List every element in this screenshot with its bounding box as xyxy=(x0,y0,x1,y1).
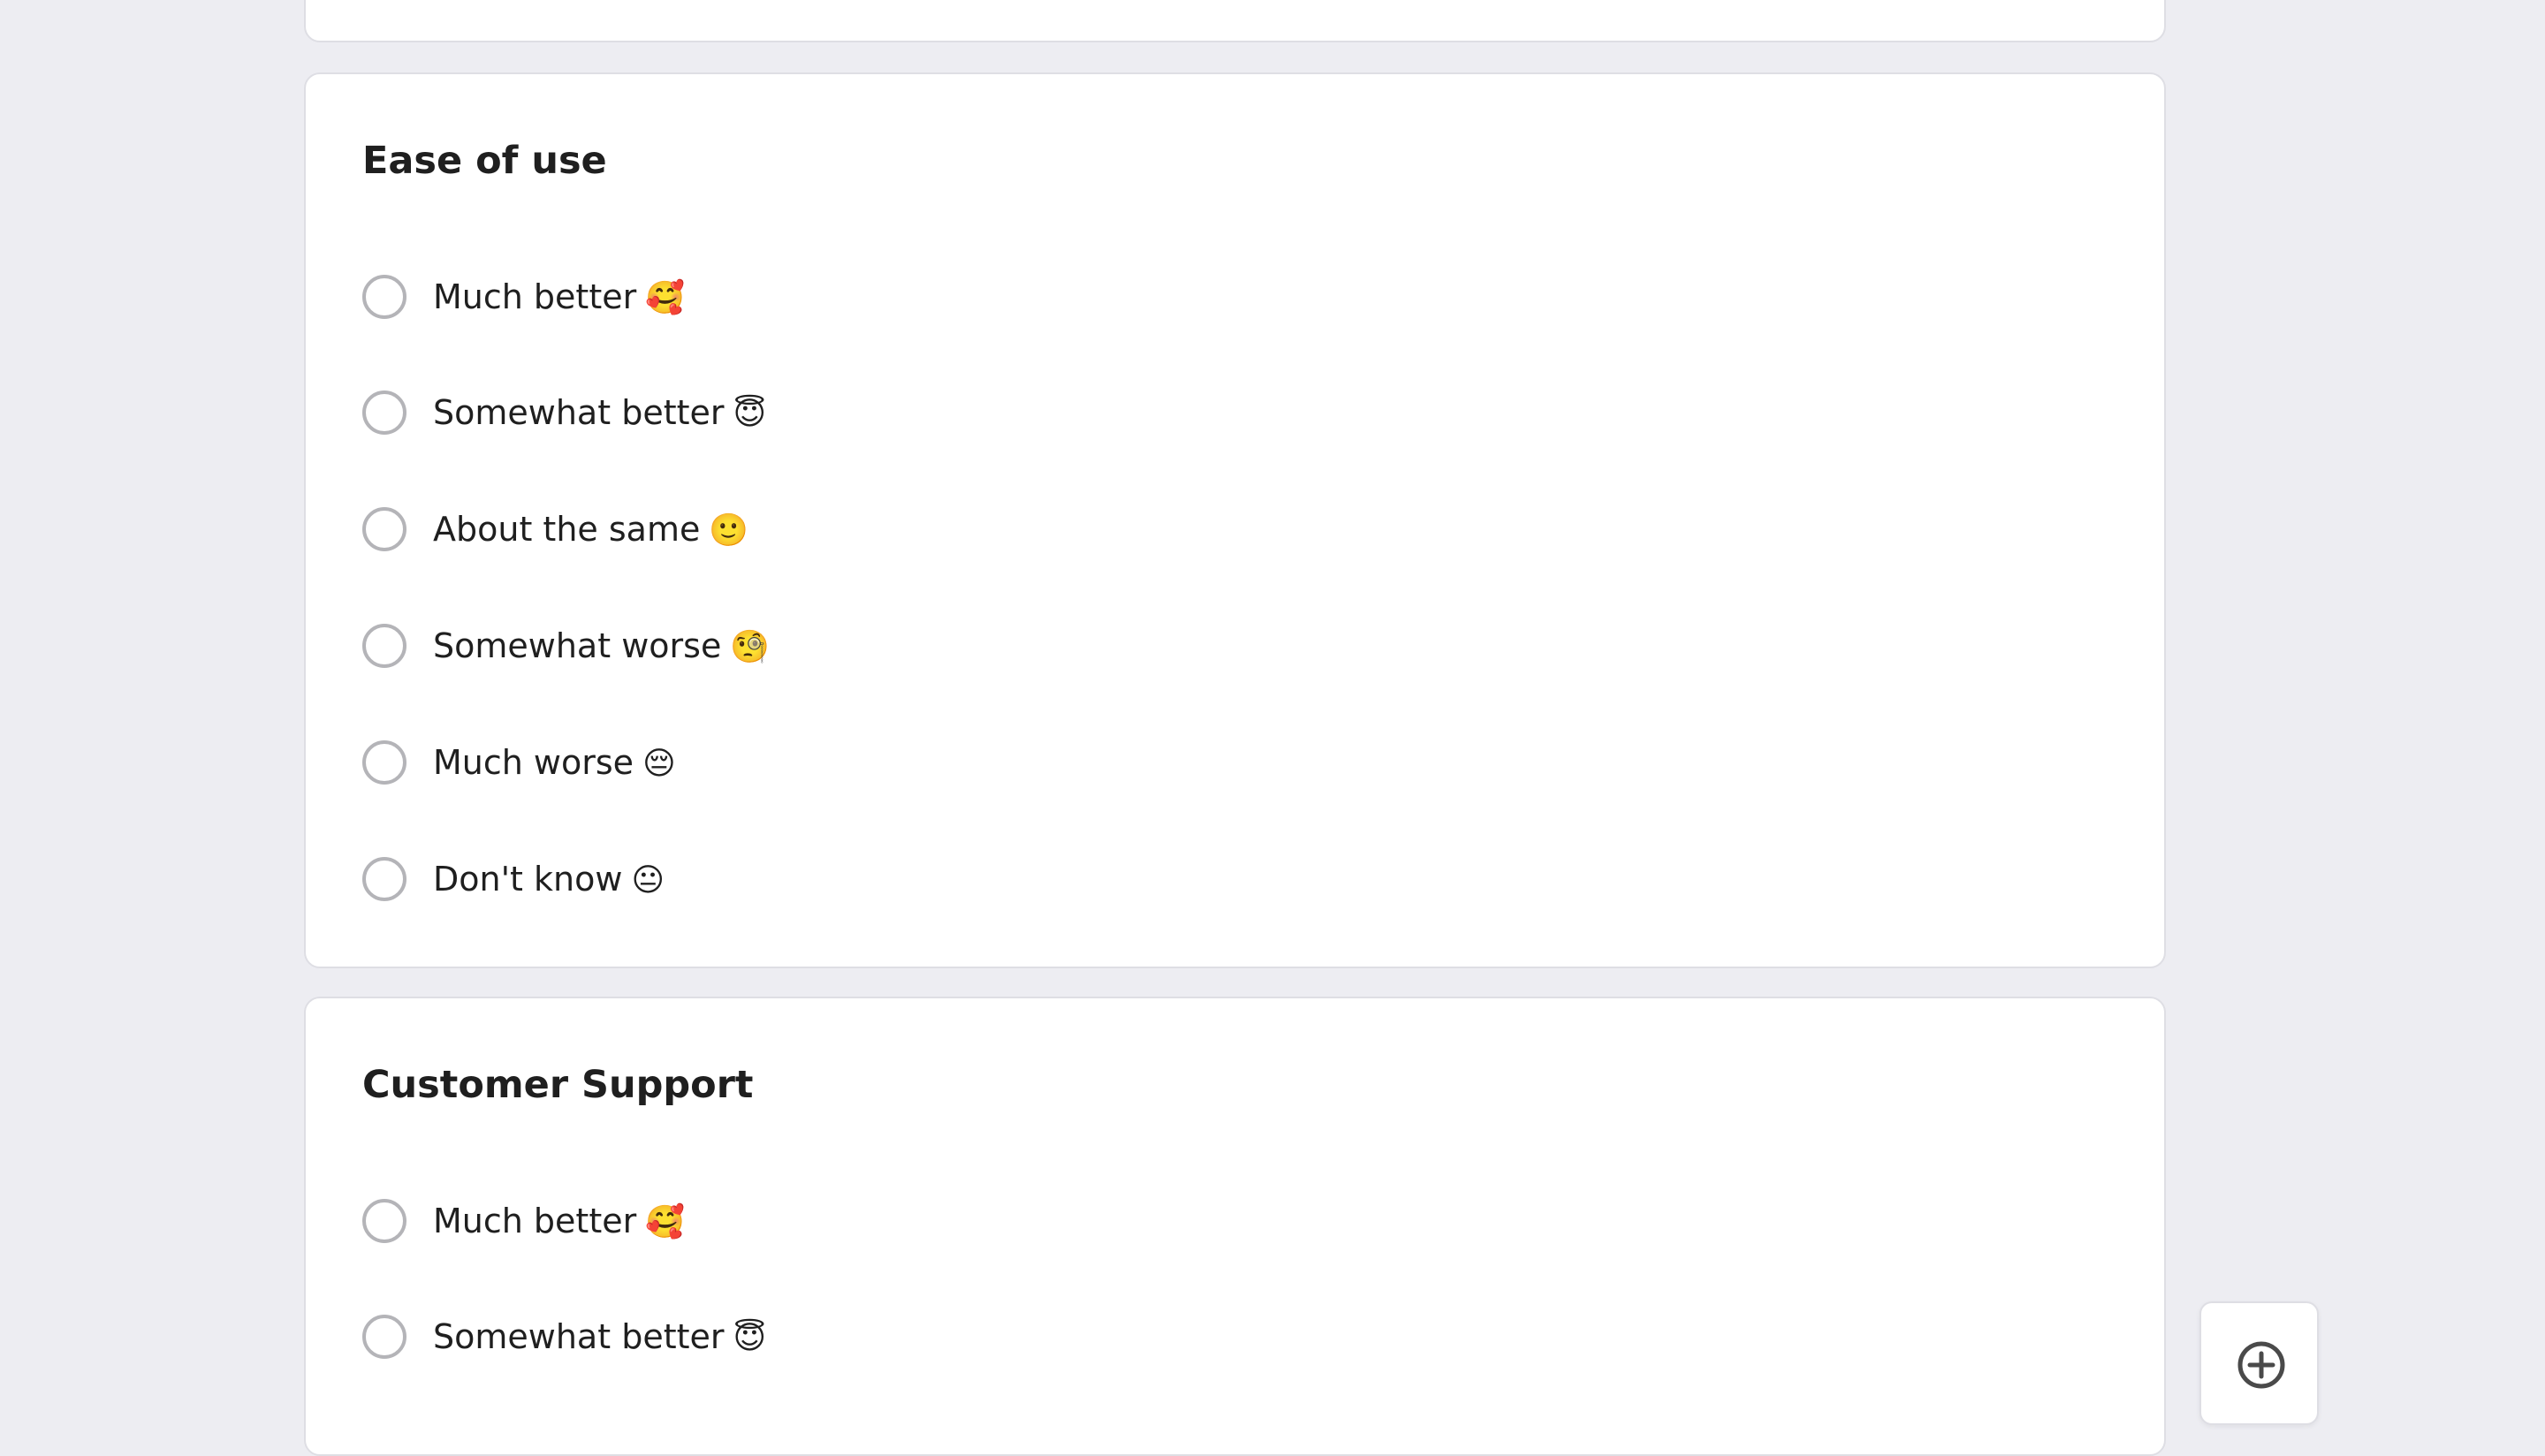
smiling-hearts-emoji-icon: 🥰 xyxy=(645,1203,686,1240)
option-label: Somewhat better xyxy=(433,1316,725,1356)
option-about-the-same[interactable]: About the same 🙂 xyxy=(362,503,748,556)
option-somewhat-worse[interactable]: Somewhat worse 🧐 xyxy=(362,619,770,672)
question-title: Ease of use xyxy=(362,139,607,183)
neutral-face-emoji-icon: 😐 xyxy=(631,861,665,899)
option-much-better[interactable]: Much better 🥰 xyxy=(362,270,685,323)
radio-button[interactable] xyxy=(362,740,406,785)
option-label: About the same xyxy=(433,509,701,549)
option-dont-know[interactable]: Don't know 😐 xyxy=(362,853,665,906)
slight-smile-emoji-icon: 🙂 xyxy=(709,512,749,549)
option-much-better[interactable]: Much better 🥰 xyxy=(362,1194,685,1247)
smiling-hearts-emoji-icon: 🥰 xyxy=(645,279,686,316)
option-much-worse[interactable]: Much worse 😔 xyxy=(362,736,676,789)
option-somewhat-better[interactable]: Somewhat better 😇 xyxy=(362,1310,766,1363)
option-label: Much worse xyxy=(433,742,634,782)
radio-button[interactable] xyxy=(362,507,406,551)
option-label: Somewhat better xyxy=(433,392,725,432)
halo-emoji-icon: 😇 xyxy=(733,395,767,432)
radio-button[interactable] xyxy=(362,624,406,668)
option-label: Much better xyxy=(433,277,637,316)
question-card-ease-of-use: Ease of use Much better 🥰 Somewhat better… xyxy=(304,72,2166,968)
plus-circle-icon xyxy=(2237,1341,2285,1389)
monocle-emoji-icon: 🧐 xyxy=(730,628,771,665)
radio-button[interactable] xyxy=(362,391,406,435)
radio-button[interactable] xyxy=(362,275,406,319)
option-label: Don't know xyxy=(433,859,623,899)
add-question-button[interactable] xyxy=(2199,1301,2319,1425)
halo-emoji-icon: 😇 xyxy=(733,1319,767,1356)
radio-button[interactable] xyxy=(362,1315,406,1359)
previous-question-card xyxy=(304,0,2166,42)
option-somewhat-better[interactable]: Somewhat better 😇 xyxy=(362,386,766,439)
option-label: Much better xyxy=(433,1201,637,1240)
radio-button[interactable] xyxy=(362,857,406,901)
question-card-customer-support: Customer Support Much better 🥰 Somewhat b… xyxy=(304,997,2166,1456)
option-label: Somewhat worse xyxy=(433,626,722,665)
question-title: Customer Support xyxy=(362,1063,754,1107)
pensive-emoji-icon: 😔 xyxy=(642,745,676,782)
radio-button[interactable] xyxy=(362,1199,406,1243)
